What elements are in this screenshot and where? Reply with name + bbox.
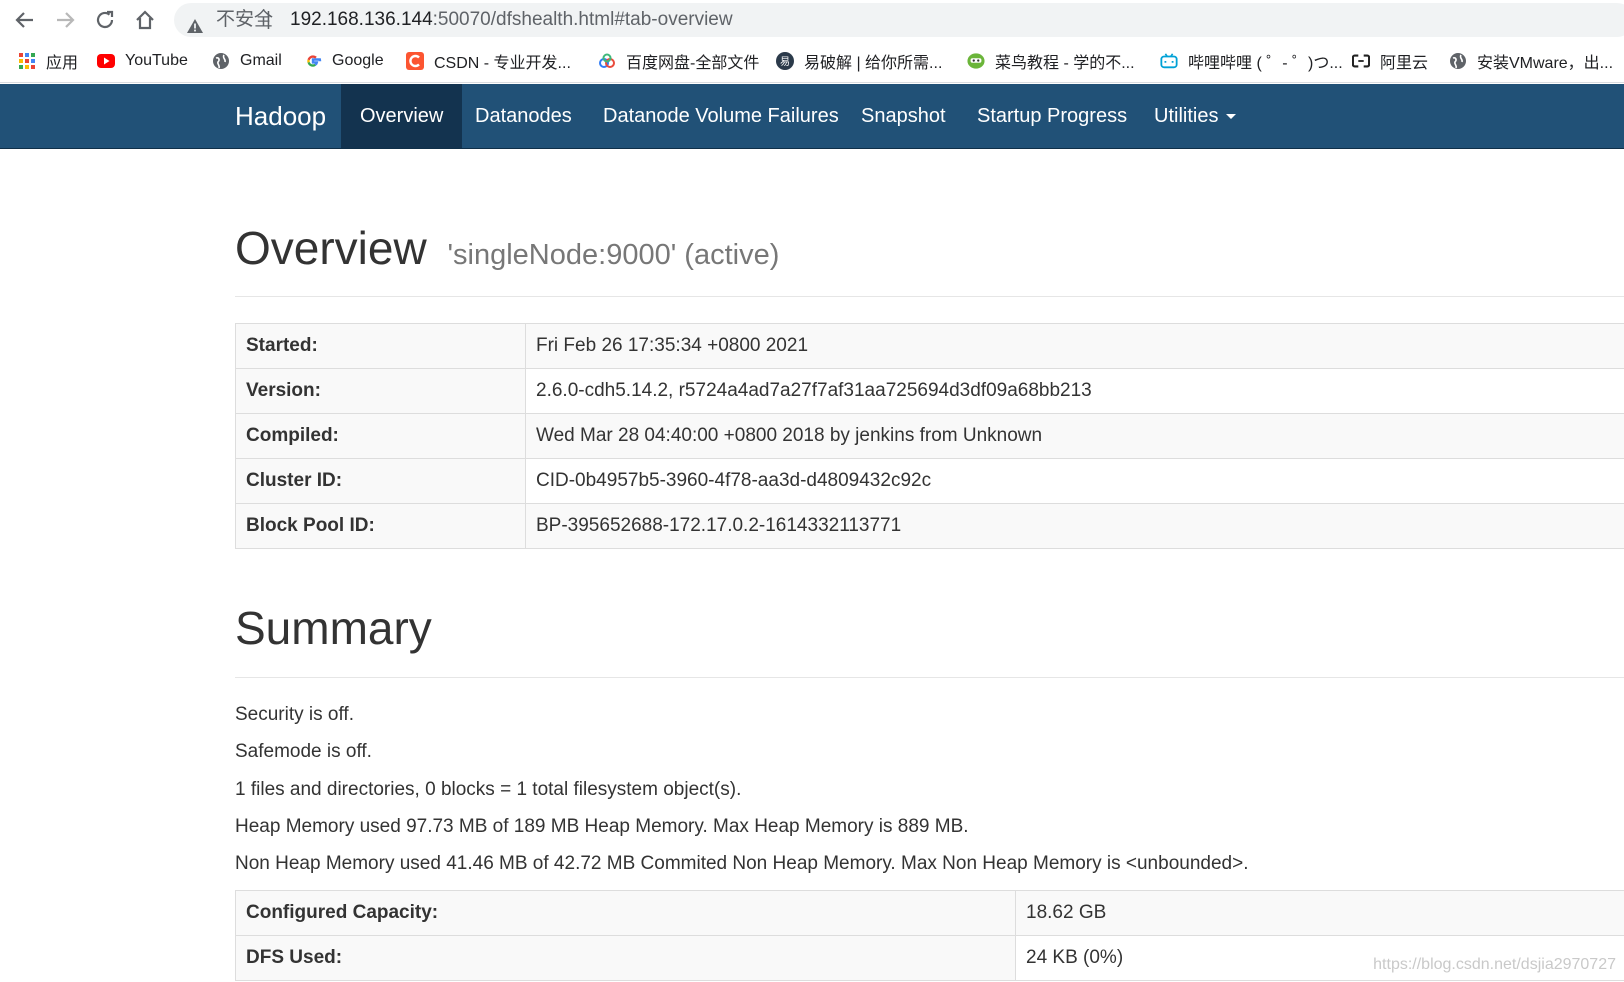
reload-icon[interactable]	[89, 4, 121, 36]
page-title: Overview	[235, 222, 427, 274]
bookmark-label: Gmail	[240, 52, 282, 69]
url-text[interactable]: 192.168.136.144:50070/dfshealth.html#tab…	[290, 3, 733, 37]
summary-line: Safemode is off.	[235, 741, 372, 762]
table-row: Compiled: Wed Mar 28 04:40:00 +0800 2018…	[235, 413, 1624, 459]
row-value: 2.6.0-cdh5.14.2, r5724a4ad7a27f7af31aa72…	[525, 368, 1624, 414]
bilibili-icon	[1160, 52, 1178, 70]
table-row: Started: Fri Feb 26 17:35:34 +0800 2021	[235, 323, 1624, 369]
browser-toolbar: 不安全 | 192.168.136.144:50070/dfshealth.ht…	[0, 0, 1624, 40]
table-row: Block Pool ID: BP-395652688-172.17.0.2-1…	[235, 503, 1624, 549]
row-key: Compiled:	[235, 413, 526, 459]
row-key: DFS Used:	[235, 935, 1016, 981]
summary-line: 1 files and directories, 0 blocks = 1 to…	[235, 779, 742, 800]
apps-grid-icon	[18, 52, 36, 70]
row-key: Version:	[235, 368, 526, 414]
bookmark-csdn[interactable]: CSDN - 专业开发...	[406, 40, 571, 82]
bookmark-gmail[interactable]: Gmail	[212, 40, 282, 82]
security-label[interactable]: 不安全	[216, 3, 273, 37]
table-row: Version: 2.6.0-cdh5.14.2, r5724a4ad7a27f…	[235, 368, 1624, 414]
row-value: CID-0b4957b5-3960-4f78-aa3d-d4809432c92c	[525, 458, 1624, 504]
bookmark-label: 应用	[46, 55, 79, 72]
google-icon	[304, 52, 322, 70]
bookmark-label: 安装VMware，出...	[1477, 55, 1614, 72]
bookmark-youtube[interactable]: YouTube	[97, 40, 188, 82]
table-row: Cluster ID: CID-0b4957b5-3960-4f78-aa3d-…	[235, 458, 1624, 504]
page-subtitle: 'singleNode:9000' (active)	[447, 239, 780, 271]
baidu-pan-icon	[598, 52, 616, 70]
divider	[235, 296, 1624, 297]
globe-icon	[1449, 52, 1467, 70]
forward-icon[interactable]	[49, 4, 81, 36]
caret-down-icon	[1226, 114, 1237, 120]
csdn-icon	[406, 52, 424, 70]
back-icon[interactable]	[9, 4, 41, 36]
hadoop-navbar: Hadoop Overview Datanodes Datanode Volum…	[0, 84, 1624, 149]
bookmark-label: 百度网盘-全部文件	[626, 55, 760, 72]
runoob-icon	[967, 52, 985, 70]
overview-table: Started: Fri Feb 26 17:35:34 +0800 2021 …	[235, 323, 1624, 549]
utilities-dropdown[interactable]: Utilities	[1135, 84, 1255, 148]
row-value: 18.62 GB	[1015, 890, 1624, 936]
tab-datanodes[interactable]: Datanodes	[456, 84, 591, 148]
overview-header: Overview 'singleNode:9000' (active)	[235, 220, 779, 283]
globe-icon	[212, 52, 230, 70]
bookmark-label: CSDN - 专业开发...	[434, 55, 571, 72]
row-key: Cluster ID:	[235, 458, 526, 504]
omnibox-separator: |	[266, 9, 271, 30]
row-key: Block Pool ID:	[235, 503, 526, 549]
bookmark-label: YouTube	[125, 52, 188, 69]
svg-text:易: 易	[780, 56, 790, 68]
address-bar[interactable]: 不安全 | 192.168.136.144:50070/dfshealth.ht…	[174, 3, 1624, 37]
row-key: Configured Capacity:	[235, 890, 1016, 936]
summary-heading: Summary	[235, 602, 432, 654]
row-key: Started:	[235, 323, 526, 369]
row-value: BP-395652688-172.17.0.2-1614332113771	[525, 503, 1624, 549]
bookmark-bilibili[interactable]: 哔哩哔哩 ( ゜- ゜)つ...	[1160, 40, 1343, 82]
url-host: 192.168.136.144	[290, 9, 433, 30]
bookmark-label: Google	[332, 52, 384, 69]
youtube-icon	[97, 52, 115, 70]
bookmark-aliyun[interactable]: 阿里云	[1352, 40, 1428, 82]
bookmark-label: 阿里云	[1380, 55, 1429, 72]
bookmark-yipojie[interactable]: 易 易破解 | 给你所需...	[776, 40, 942, 82]
summary-line: Heap Memory used 97.73 MB of 189 MB Heap…	[235, 816, 969, 837]
bookmark-vmware[interactable]: 安装VMware，出...	[1449, 40, 1613, 82]
tab-snapshot[interactable]: Snapshot	[842, 84, 965, 148]
yipojie-icon: 易	[776, 52, 794, 70]
bookmark-label: 易破解 | 给你所需...	[804, 55, 943, 72]
watermark: https://blog.csdn.net/dsjia2970727	[1373, 956, 1616, 973]
row-value: Wed Mar 28 04:40:00 +0800 2018 by jenkin…	[525, 413, 1624, 459]
summary-line: Non Heap Memory used 41.46 MB of 42.72 M…	[235, 853, 1249, 874]
row-value: Fri Feb 26 17:35:34 +0800 2021	[525, 323, 1624, 369]
tab-startup-progress[interactable]: Startup Progress	[958, 84, 1146, 148]
summary-line: Security is off.	[235, 704, 354, 725]
navbar-brand[interactable]: Hadoop	[235, 84, 326, 148]
home-icon[interactable]	[129, 4, 161, 36]
divider	[235, 677, 1624, 678]
tab-overview[interactable]: Overview	[341, 84, 463, 148]
table-row: Configured Capacity: 18.62 GB	[235, 890, 1624, 936]
bookmark-apps[interactable]: 应用	[18, 40, 78, 82]
aliyun-icon	[1352, 52, 1370, 70]
tab-datanode-volume-failures[interactable]: Datanode Volume Failures	[584, 84, 858, 148]
bookmark-baidu-pan[interactable]: 百度网盘-全部文件	[598, 40, 759, 82]
bookmark-label: 哔哩哔哩 ( ゜- ゜)つ...	[1188, 55, 1343, 72]
utilities-label: Utilities	[1154, 105, 1219, 127]
bookmark-runoob[interactable]: 菜鸟教程 - 学的不...	[967, 40, 1135, 82]
url-path: :50070/dfshealth.html#tab-overview	[432, 9, 733, 30]
bookmarks-bar: 应用 YouTube Gmail Google CSDN - 专业开发... 百…	[0, 40, 1624, 83]
bookmark-google[interactable]: Google	[304, 40, 384, 82]
bookmark-label: 菜鸟教程 - 学的不...	[995, 55, 1135, 72]
